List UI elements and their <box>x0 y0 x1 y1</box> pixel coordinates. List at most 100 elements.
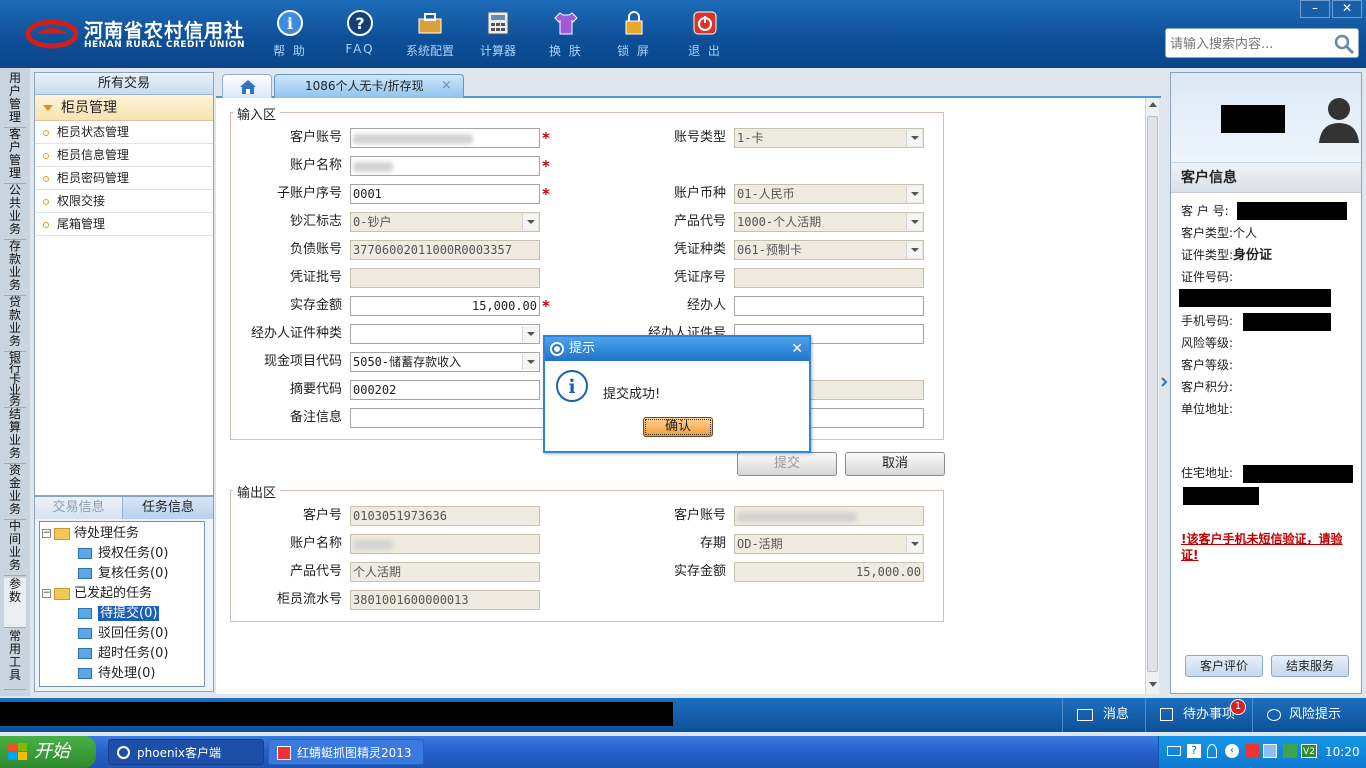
vtab-parameters[interactable]: 参数 <box>4 578 26 628</box>
voucher-type-select[interactable]: 061-预制卡 <box>734 240 924 260</box>
handler-id-type-select[interactable] <box>350 324 540 344</box>
voucher-seq-input[interactable] <box>734 268 924 288</box>
taskbar-item-phoenix[interactable]: phoenix客户端 <box>108 739 264 765</box>
chevron-down-icon[interactable] <box>906 130 922 146</box>
tree-node-timeout[interactable]: 超时任务(0) <box>78 644 168 664</box>
minimize-button[interactable]: – <box>1300 0 1330 18</box>
vtab-intermediate-business[interactable]: 中间业务 <box>4 520 26 576</box>
scroll-up-icon[interactable] <box>1149 102 1157 107</box>
vtab-loan-business[interactable]: 贷款业务 <box>4 296 26 352</box>
voucher-batch-input[interactable] <box>350 268 540 288</box>
v2-tray-icon[interactable]: V2 <box>1301 744 1317 758</box>
chevron-down-icon[interactable] <box>522 354 538 370</box>
sub-account-no-input[interactable]: 0001 <box>350 184 540 204</box>
tab-home[interactable] <box>222 74 272 98</box>
exit-button[interactable]: 退 出 <box>673 8 737 64</box>
dialog-close-icon[interactable]: ✕ <box>791 337 803 361</box>
customer-evaluate-button[interactable]: 客户评价 <box>1185 655 1263 677</box>
lock-screen-button[interactable]: 锁 屏 <box>602 8 666 64</box>
vtab-settlement-business[interactable]: 结算业务 <box>4 408 26 464</box>
vtab-public-business[interactable]: 公共业务 <box>4 184 26 240</box>
messages-button[interactable]: 消息 <box>1062 698 1144 732</box>
vtab-common-tools[interactable]: 常用工具 <box>4 630 26 690</box>
nav-item-teller-info[interactable]: 柜员信息管理 <box>35 144 213 167</box>
tree-node-pending[interactable]: − 待处理任务 <box>42 524 139 544</box>
label-mobile: 手机号码: <box>1181 314 1234 328</box>
network-icon[interactable] <box>1263 744 1277 758</box>
nav-item-permission-handover[interactable]: 权限交接 <box>35 190 213 213</box>
submit-button[interactable]: 提交 <box>737 452 837 476</box>
skin-button[interactable]: 换 肤 <box>534 8 598 64</box>
close-tab-icon[interactable]: × <box>441 75 452 97</box>
tab-task-info[interactable]: 任务信息 <box>123 497 213 519</box>
vtab-deposit-business[interactable]: 存款业务 <box>4 240 26 296</box>
chevron-down-icon[interactable] <box>522 326 538 342</box>
search-icon[interactable] <box>1332 32 1356 56</box>
collapse-icon[interactable]: − <box>42 529 51 538</box>
vtab-user-mgmt[interactable]: 用户管理 <box>4 72 26 128</box>
close-window-button[interactable]: ✕ <box>1332 0 1362 18</box>
tree-node-initiated[interactable]: − 已发起的任务 <box>42 584 152 604</box>
cancel-button[interactable]: 取消 <box>845 452 945 476</box>
cash-flag-select[interactable]: 0-钞户 <box>350 212 540 232</box>
nav-item-teller-password[interactable]: 柜员密码管理 <box>35 167 213 190</box>
chevron-down-icon[interactable] <box>906 186 922 202</box>
tab-personal-cash-deposit[interactable]: 1086个人无卡/折存现 × <box>274 74 464 98</box>
panel-collapse-handle[interactable] <box>1160 360 1168 410</box>
start-button[interactable]: 开始 <box>0 736 96 768</box>
nav-item-teller-status[interactable]: 柜员状态管理 <box>35 121 213 144</box>
deposit-amount-input[interactable]: 15,000.00 <box>350 296 540 316</box>
help-button[interactable]: i 帮 助 <box>258 8 322 64</box>
content-scrollbar[interactable] <box>1145 98 1159 694</box>
tray-chevron-icon[interactable]: ‹ <box>1225 744 1239 758</box>
summary-code-input[interactable]: 000202 <box>350 380 540 400</box>
tree-node-label: 超时任务(0) <box>98 646 169 661</box>
bullet-icon <box>43 198 49 205</box>
liability-account-input[interactable]: 37706002011000R0003357 <box>350 240 540 260</box>
keyboard-icon[interactable] <box>1167 746 1181 756</box>
customer-photo-area <box>1171 73 1361 163</box>
out-term-select[interactable]: OD-活期 <box>734 534 924 554</box>
cash-item-code-select[interactable]: 5050-储蓄存款收入 <box>350 352 540 372</box>
customer-account-input[interactable] <box>350 128 540 148</box>
chevron-down-icon[interactable] <box>906 242 922 258</box>
faq-button[interactable]: ? FAQ <box>328 8 392 64</box>
nav-item-tail-box[interactable]: 尾箱管理 <box>35 213 213 236</box>
chevron-down-icon[interactable] <box>906 214 922 230</box>
collapse-icon[interactable]: − <box>42 589 51 598</box>
tree-node-to-process[interactable]: 待处理(0) <box>78 664 155 684</box>
tree-node-auth-task[interactable]: 授权任务(0) <box>78 544 168 564</box>
nav-header[interactable]: 所有交易 <box>35 73 213 95</box>
security-icon[interactable] <box>1283 744 1297 758</box>
account-type-select[interactable]: 1-卡 <box>734 128 924 148</box>
end-service-button[interactable]: 结束服务 <box>1271 655 1349 677</box>
tree-node-rejected[interactable]: 驳回任务(0) <box>78 624 168 644</box>
vtab-fund-business[interactable]: 资金业务 <box>4 464 26 520</box>
mic-icon[interactable] <box>1207 744 1217 758</box>
help-tray-icon[interactable]: ? <box>1187 744 1201 758</box>
sms-verification-warning[interactable]: !该客户手机未短信验证，请验证! <box>1181 531 1359 563</box>
search-input[interactable] <box>1170 34 1330 54</box>
lock-icon <box>619 8 649 38</box>
account-name-input[interactable] <box>350 156 540 176</box>
tree-node-to-submit[interactable]: 待提交(0) <box>78 604 160 624</box>
vtab-card-business[interactable]: 银行卡业务 <box>4 351 26 408</box>
scroll-down-icon[interactable] <box>1149 682 1157 687</box>
product-code-select[interactable]: 1000-个人活期 <box>734 212 924 232</box>
scroll-thumb[interactable] <box>1147 116 1158 672</box>
currency-select[interactable]: 01-人民币 <box>734 184 924 204</box>
taskbar-item-screenshot-tool[interactable]: 红蜻蜓抓图精灵2013 <box>268 739 424 765</box>
todo-button[interactable]: 待办事项 1 <box>1145 698 1251 732</box>
chevron-down-icon[interactable] <box>522 214 538 230</box>
calculator-button[interactable]: 计算器 <box>466 8 530 64</box>
chevron-down-icon[interactable] <box>906 536 922 552</box>
handler-input[interactable] <box>734 296 924 316</box>
tree-node-review-task[interactable]: 复核任务(0) <box>78 564 168 584</box>
screenshot-tray-icon[interactable] <box>1245 744 1259 758</box>
nav-group-teller-mgmt[interactable]: 柜员管理 <box>35 95 213 121</box>
vtab-customer-mgmt[interactable]: 客户管理 <box>4 128 26 184</box>
system-config-button[interactable]: 系统配置 <box>398 8 462 64</box>
tab-transaction-info[interactable]: 交易信息 <box>35 497 123 519</box>
risk-alert-button[interactable]: 风险提示 <box>1252 698 1366 732</box>
confirm-button[interactable]: 确认 <box>643 417 713 437</box>
